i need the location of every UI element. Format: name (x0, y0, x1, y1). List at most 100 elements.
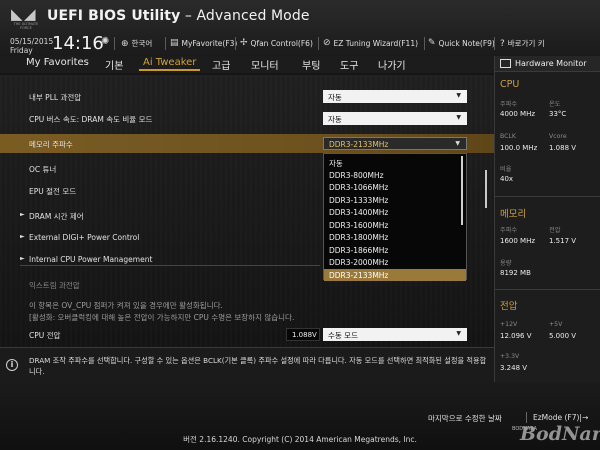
hardware-monitor-title: Hardware Monitor (515, 59, 587, 68)
gear-icon[interactable]: ✺ (101, 36, 109, 47)
memory-frequency-select[interactable]: DDR3-2133MHz ▼ (323, 137, 467, 150)
dropdown-option[interactable]: DDR3-2000MHz (324, 256, 462, 269)
logo-text: THE ULTIMATE FORCE (13, 22, 39, 30)
monitor-divider (495, 289, 600, 290)
quick-note-button[interactable]: ✎ Quick Note(F9) (428, 38, 495, 48)
hardware-monitor-header: Hardware Monitor (495, 56, 600, 72)
cpu-frequency-value: 4000 MHz (500, 110, 536, 118)
dropdown-option[interactable]: DDR3-1866MHz (324, 244, 462, 257)
v12-value: 12.096 V (500, 332, 532, 340)
language-button[interactable]: ⊕ 한국어 (121, 38, 152, 49)
date-display[interactable]: 05/15/2015 Friday (10, 37, 53, 55)
voltage-section-title: 전압 (500, 301, 518, 312)
tab-my-favorites[interactable]: My Favorites (26, 57, 89, 68)
header-divider (165, 37, 166, 50)
memory-frequency-label: 주파수 (500, 227, 518, 234)
hotkeys-button[interactable]: ? 바로가기 키 (500, 38, 545, 49)
memory-frequency-value: 1600 MHz (500, 237, 536, 245)
header-divider (235, 37, 236, 50)
memory-capacity-value: 8192 MB (500, 269, 531, 277)
dropdown-option-selected[interactable]: DDR3-2133MHz (324, 268, 466, 281)
dropdown-option[interactable]: DDR3-1333MHz (324, 194, 462, 207)
tab-monitor[interactable]: 모니터 (251, 57, 279, 72)
bus-ratio-select[interactable]: 자동 ▼ (323, 112, 467, 125)
help-panel: i DRAM 조작 주파수를 선택합니다. 구성할 수 있는 옵션은 BCLK(… (0, 347, 494, 382)
dropdown-option[interactable]: DDR3-1600MHz (324, 219, 462, 232)
setting-row-cpu-voltage[interactable]: CPU 전압 1.088V 수동 모드 ▼ (0, 325, 480, 344)
ez-tuning-wizard-button[interactable]: ⊘ EZ Tuning Wizard(F11) (323, 38, 418, 48)
cpu-voltage-select[interactable]: 수동 모드 ▼ (323, 328, 467, 341)
memory-section-title: 메모리 (500, 209, 527, 220)
favorite-icon: ▤ (170, 38, 179, 48)
fan-icon: ✢ (240, 38, 248, 48)
tuf-logo: ◣ ◢ THE ULTIMATE FORCE (9, 5, 43, 32)
chevron-down-icon: ▼ (456, 92, 461, 99)
memory-capacity-label: 용량 (500, 260, 512, 267)
footer-bar: 마지막으로 수정한 날짜 EzMode (F7)|→ 버전 2.16.1240.… (0, 382, 600, 450)
tab-advanced[interactable]: 고급 (212, 57, 230, 72)
wizard-icon: ⊘ (323, 38, 331, 48)
header-divider (424, 37, 425, 50)
dropdown-option[interactable]: DDR3-1800MHz (324, 231, 462, 244)
setting-row-bus-ratio[interactable]: CPU 버스 속도: DRAM 속도 비율 모드 자동 ▼ (0, 109, 480, 128)
header-divider (114, 37, 115, 50)
chevron-right-icon: ► (20, 255, 25, 262)
tab-exit[interactable]: 나가기 (378, 57, 406, 72)
setting-label: CPU 전압 (29, 331, 61, 340)
dropdown-scrollbar[interactable] (461, 156, 463, 225)
header-divider (494, 37, 495, 50)
section-divider (20, 265, 320, 266)
cpu-section-title: CPU (500, 79, 520, 90)
watermark: BODNARA BodNara (512, 423, 600, 445)
v5-label: +5V (549, 321, 563, 328)
setting-label: EPU 절전 모드 (29, 187, 77, 196)
info-icon: i (6, 359, 18, 371)
monitor-divider (495, 196, 600, 197)
chevron-down-icon: ▼ (455, 140, 460, 147)
ezmode-button[interactable]: EzMode (F7)|→ (533, 413, 588, 422)
bclk-label: BCLK (500, 133, 516, 140)
memory-voltage-value: 1.517 V (549, 237, 577, 245)
help-note: [활성화: 오버클럭킹에 대해 높은 전압이 가능하지만 CPU 수명은 보장하… (29, 313, 295, 322)
setting-row-pll[interactable]: 내부 PLL 과전압 자동 ▼ (0, 87, 480, 106)
submenu-label: Internal CPU Power Management (29, 255, 153, 264)
header-divider (318, 37, 319, 50)
pll-overvoltage-select[interactable]: 자동 ▼ (323, 90, 467, 103)
last-modified-button[interactable]: 마지막으로 수정한 날짜 (428, 413, 502, 424)
app-title: UEFI BIOS Utility – Advanced Mode (47, 8, 310, 24)
v12-label: +12V (500, 321, 518, 328)
hardware-monitor-panel: Hardware Monitor CPU 주파수 온도 4000 MHz 33°… (494, 56, 600, 382)
ratio-value: 40x (500, 175, 514, 183)
cpu-temperature-label: 온도 (549, 101, 561, 108)
dropdown-option[interactable]: DDR3-1400MHz (324, 206, 462, 219)
clock-display[interactable]: 14:16 (52, 33, 104, 54)
tab-main[interactable]: 기본 (105, 57, 123, 72)
help-note: 이 항목은 OV_CPU 점퍼가 켜져 있을 경우에만 활성화됩니다. (29, 301, 223, 310)
v33-value: 3.248 V (500, 364, 528, 372)
memory-frequency-dropdown: 자동 DDR3-800MHz DDR3-1066MHz DDR3-1333MHz… (323, 153, 467, 281)
help-icon: ? (500, 38, 505, 49)
tab-tool[interactable]: 도구 (340, 57, 358, 72)
cpu-voltage-reading: 1.088V (286, 328, 320, 341)
scrollbar[interactable] (485, 170, 487, 208)
setting-label: OC 튜너 (29, 165, 57, 174)
tab-ai-tweaker[interactable]: Ai Tweaker (138, 57, 201, 71)
vcore-label: Vcore (549, 133, 567, 140)
main-menu-tabs: My Favorites 기본 Ai Tweaker 고급 모니터 부팅 도구 … (0, 56, 494, 73)
dropdown-option[interactable]: 자동 (324, 156, 462, 169)
day-text: Friday (10, 46, 33, 55)
help-text: DRAM 조작 주파수를 선택합니다. 구성할 수 있는 옵션은 BCLK(기본… (29, 356, 487, 376)
setting-row-memory-frequency[interactable]: 메모리 주파수 DDR3-2133MHz ▼ (0, 134, 494, 153)
chevron-right-icon: ► (20, 211, 25, 218)
myfavorite-button[interactable]: ▤ MyFavorite(F3) (170, 38, 237, 48)
date-text: 05/15/2015 (10, 37, 54, 46)
cpu-temperature-value: 33°C (549, 110, 567, 118)
dropdown-option[interactable]: DDR3-1066MHz (324, 181, 462, 194)
monitor-icon (500, 59, 511, 68)
memory-voltage-label: 전압 (549, 227, 561, 234)
qfan-control-button[interactable]: ✢ Qfan Control(F6) (240, 38, 313, 48)
dropdown-option[interactable]: DDR3-800MHz (324, 169, 462, 182)
tab-boot[interactable]: 부팅 (302, 57, 320, 72)
submenu-label: DRAM 시간 제어 (29, 212, 84, 221)
vcore-value: 1.088 V (549, 144, 577, 152)
